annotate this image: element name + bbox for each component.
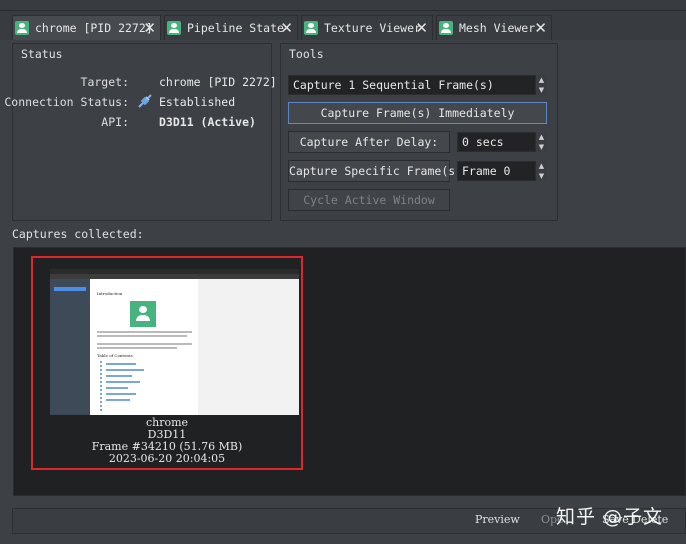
tab-label: Pipeline State [187,21,284,35]
api-value: D3D11 (Active) [159,115,256,129]
captures-list: Introduction Table of Contents chrome D3… [13,247,686,496]
captures-collected-label: Captures collected: [12,227,144,241]
connection-status-value: Established [159,95,236,109]
delay-spinner[interactable]: ▲ ▼ [535,132,547,152]
spin-down-icon[interactable]: ▼ [536,142,547,152]
thumbnail-toc-heading: Table of Contents [97,353,133,358]
tab-pipeline-state[interactable]: Pipeline State ✕ [164,15,298,40]
document-tab-bar: chrome [PID 2272] ✕ Pipeline State ✕ Tex… [0,0,686,40]
target-value: chrome [PID 2272] [159,75,277,89]
status-group: Status Target: chrome [PID 2272] Connect… [4,43,277,221]
cycle-active-window-button[interactable]: Cycle Active Window [288,189,450,211]
renderdoc-icon [439,21,453,35]
spin-up-icon[interactable]: ▲ [536,75,547,85]
spin-up-icon[interactable]: ▲ [536,161,547,171]
renderdoc-logo-icon [130,301,156,327]
tab-mesh-viewer[interactable]: Mesh Viewer ✕ [436,15,552,40]
target-label: Target: [80,75,129,89]
tab-label: chrome [PID 2272] [35,21,153,35]
capture-specific-frames-button[interactable]: Capture Specific Frame(s): [288,160,469,182]
frame-spinner[interactable]: ▲ ▼ [535,161,547,181]
tab-texture-viewer[interactable]: Texture Viewer ✕ [301,15,433,40]
capture-timestamp: 2023-06-20 20:04:05 [108,452,226,465]
thumbnail-heading: Introduction [97,291,123,296]
renderdoc-icon [15,21,29,35]
spin-down-icon[interactable]: ▼ [536,85,547,95]
capture-thumbnail-item[interactable]: Introduction Table of Contents chrome D3… [31,256,303,470]
preview-button[interactable]: Preview [475,513,520,526]
capture-mode-select[interactable]: Capture 1 Sequential Frame(s) [288,75,536,95]
renderdoc-icon [304,21,318,35]
spin-down-icon[interactable]: ▼ [536,171,547,181]
watermark-text: 知乎 @子文 [556,506,664,528]
capture-immediately-button[interactable]: Capture Frame(s) Immediately [288,102,547,124]
tab-label: Mesh Viewer [459,21,536,35]
renderdoc-icon [167,21,181,35]
capture-after-delay-button[interactable]: Capture After Delay: [288,131,450,153]
api-label: API: [101,115,129,129]
frame-number-input[interactable]: Frame 0 [457,161,536,181]
plug-connected-icon [138,94,152,108]
tools-group-title: Tools [289,47,324,61]
close-icon[interactable]: ✕ [415,19,428,37]
close-icon[interactable]: ✕ [143,19,156,37]
capture-thumbnail-image: Introduction Table of Contents [50,269,299,415]
capture-mode-spinner[interactable]: ▲ ▼ [535,75,547,95]
tab-chrome-connection[interactable]: chrome [PID 2272] ✕ [12,15,161,40]
tab-bar-divider [0,10,686,11]
close-icon[interactable]: ✕ [534,19,547,37]
connection-status-label: Connection Status: [4,95,129,109]
close-icon[interactable]: ✕ [280,19,293,37]
status-group-title: Status [21,47,63,61]
delay-input[interactable]: 0 secs [457,132,536,152]
tab-label: Texture Viewer [324,21,421,35]
spin-up-icon[interactable]: ▲ [536,132,547,142]
